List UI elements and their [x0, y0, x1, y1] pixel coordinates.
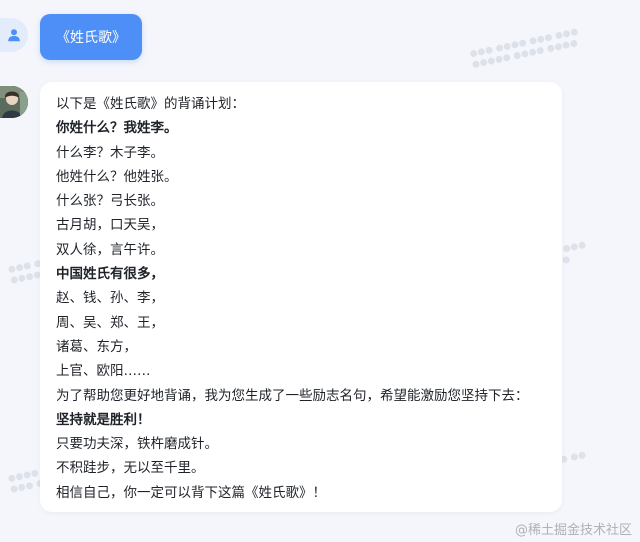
person-icon — [8, 29, 20, 42]
message-line: 中国姓氏有很多， — [56, 266, 164, 283]
message-line: 什么张？弓长张。 — [56, 193, 164, 210]
message-line: 以下是《姓氏歌》的背诵计划： — [56, 96, 245, 112]
message-line: 古月胡，口天吴， — [56, 217, 164, 234]
message-line: 你姓什么？我姓李。 — [56, 120, 178, 137]
message-line: 他姓什么？他姓张。 — [56, 168, 178, 185]
message-line: 周、吴、郑、王， — [56, 314, 164, 331]
user-message-bubble: 《姓氏歌》 — [40, 14, 142, 60]
site-watermark: @稀土掘金技术社区 — [514, 523, 632, 538]
message-line: 诸葛、东方， — [56, 338, 137, 355]
message-line: 相信自己，你一定可以背下这篇《姓氏歌》！ — [56, 484, 326, 501]
user-message-text: 《姓氏歌》 — [56, 30, 126, 46]
message-line: 双人徐，言午许。 — [56, 241, 164, 258]
message-line: 不积跬步，无以至千里。 — [56, 460, 205, 477]
message-line: 什么李？木子李。 — [56, 144, 164, 161]
bot-message-body: 以下是《姓氏歌》的背诵计划： 你姓什么？我姓李。 什么李？木子李。 他姓什么？他姓张。… — [56, 92, 562, 505]
bot-avatar-image — [0, 86, 28, 118]
message-line: 赵、钱、孙、李， — [56, 290, 164, 307]
user-avatar — [0, 18, 28, 52]
bot-avatar — [0, 86, 28, 118]
message-line: 只要功夫深，铁杵磨成针。 — [56, 436, 218, 453]
message-line: 上官、欧阳…… — [56, 363, 151, 380]
message-line: 坚持就是胜利！ — [56, 411, 151, 428]
bot-message-card: 以下是《姓氏歌》的背诵计划： 你姓什么？我姓李。 什么李？木子李。 他姓什么？他姓张。… — [40, 82, 562, 512]
message-line: 为了帮助您更好地背诵，我为您生成了一些励志名句，希望能激励您坚持下去： — [56, 387, 529, 404]
